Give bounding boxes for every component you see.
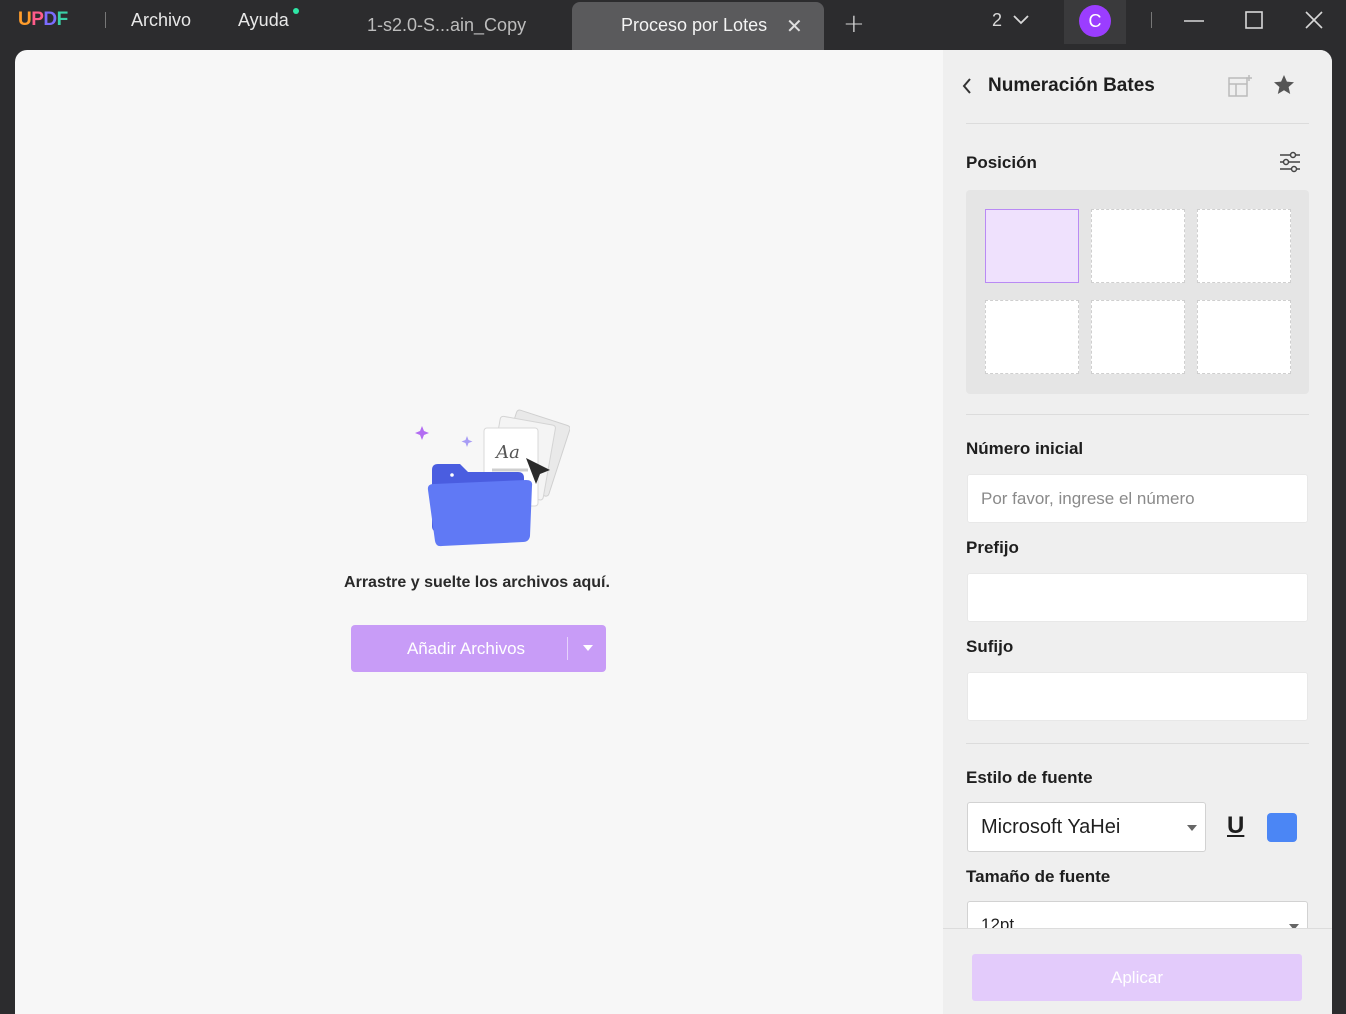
account-button[interactable]: C xyxy=(1064,0,1126,44)
position-bottom-left[interactable] xyxy=(985,300,1079,374)
tab-batch-process[interactable]: Proceso por Lotes ✕ xyxy=(572,2,824,50)
tab-document[interactable]: 1-s2.0-S...ain_Copy xyxy=(367,15,526,36)
drop-instructions: Arrastre y suelte los archivos aquí. xyxy=(344,574,610,591)
updf-logo[interactable]: UPDF xyxy=(18,9,68,31)
apply-button[interactable]: Aplicar xyxy=(972,954,1302,1001)
panel-footer: Aplicar xyxy=(943,928,1332,1014)
position-top-center[interactable] xyxy=(1091,209,1185,283)
menu-file[interactable]: Archivo xyxy=(131,10,191,31)
window-count[interactable]: 2 xyxy=(992,10,1002,31)
start-number-field[interactable] xyxy=(967,474,1308,523)
menu-help[interactable]: Ayuda xyxy=(238,10,289,31)
main-window: Aa Arrastre y suelte los archivos aquí. … xyxy=(15,50,1332,1014)
position-bottom-center[interactable] xyxy=(1091,300,1185,374)
minimize-icon[interactable] xyxy=(1183,10,1205,32)
window-controls-separator xyxy=(1151,12,1152,28)
prefix-label: Prefijo xyxy=(966,538,1019,557)
add-files-label: Añadir Archivos xyxy=(406,639,526,658)
position-grid xyxy=(966,190,1309,394)
font-family-select[interactable]: Microsoft YaHei xyxy=(967,802,1206,852)
divider xyxy=(966,743,1309,744)
tab-batch-process-label: Proceso por Lotes xyxy=(621,15,768,35)
start-number-label: Número inicial xyxy=(966,439,1084,458)
bates-numbering-panel: Numeración Bates Posición Número inicial… xyxy=(943,50,1332,1014)
prefix-input[interactable] xyxy=(968,574,1307,621)
position-bottom-right[interactable] xyxy=(1197,300,1291,374)
close-window-icon[interactable] xyxy=(1304,10,1324,30)
position-top-right[interactable] xyxy=(1197,209,1291,283)
position-label: Posición xyxy=(966,153,1037,172)
avatar: C xyxy=(1079,5,1111,37)
position-settings-icon[interactable] xyxy=(1279,151,1301,173)
file-drop-zone[interactable]: Aa Arrastre y suelte los archivos aquí. … xyxy=(15,50,943,1014)
drag-files-illustration-icon: Aa xyxy=(415,409,570,547)
add-files-dropdown-icon[interactable] xyxy=(583,645,593,651)
new-indicator-dot xyxy=(293,8,299,14)
new-tab-plus-icon[interactable]: + xyxy=(843,9,865,39)
chevron-down-icon[interactable] xyxy=(1012,12,1030,26)
suffix-label: Sufijo xyxy=(966,637,1014,656)
divider xyxy=(966,414,1309,415)
svg-text:Aa: Aa xyxy=(494,442,520,463)
menu-separator xyxy=(105,12,106,28)
panel-title: Numeración Bates xyxy=(988,75,1155,96)
panel-header: Numeración Bates xyxy=(943,50,1332,124)
font-family-value: Microsoft YaHei xyxy=(981,816,1121,838)
prefix-field[interactable] xyxy=(967,573,1308,622)
add-template-icon[interactable] xyxy=(1227,74,1253,98)
suffix-input[interactable] xyxy=(968,673,1307,720)
underline-button[interactable]: U xyxy=(1227,812,1244,840)
back-arrow-icon[interactable] xyxy=(961,77,973,95)
position-top-left[interactable] xyxy=(985,209,1079,283)
start-number-input[interactable] xyxy=(968,475,1307,522)
favorite-star-icon[interactable] xyxy=(1272,73,1296,97)
divider xyxy=(966,123,1309,124)
suffix-field[interactable] xyxy=(967,672,1308,721)
split-button-divider xyxy=(567,637,568,660)
font-family-dropdown-icon xyxy=(1187,825,1197,831)
title-bar: UPDF Archivo Ayuda 1-s2.0-S...ain_Copy P… xyxy=(0,0,1346,50)
font-style-label: Estilo de fuente xyxy=(966,768,1093,787)
font-size-label: Tamaño de fuente xyxy=(966,867,1111,886)
close-tab-icon[interactable]: ✕ xyxy=(786,14,803,38)
maximize-icon[interactable] xyxy=(1244,10,1264,30)
add-files-button[interactable]: Añadir Archivos xyxy=(351,625,606,672)
font-color-swatch[interactable] xyxy=(1267,813,1297,842)
